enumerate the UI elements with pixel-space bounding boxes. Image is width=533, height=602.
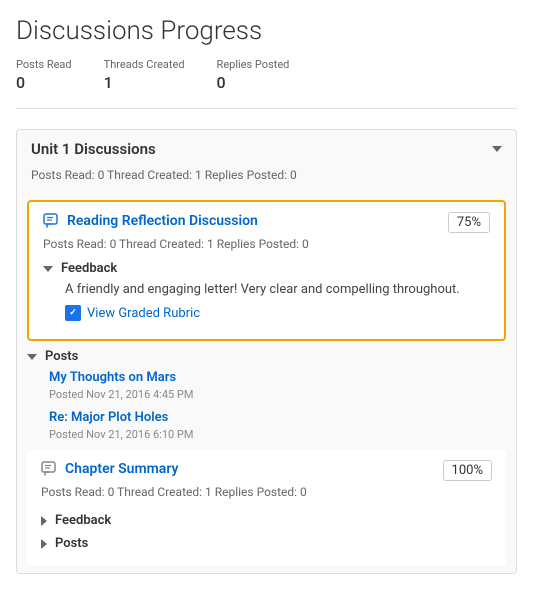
discussion1-score: 75% bbox=[448, 212, 490, 233]
posts-header[interactable]: Posts bbox=[27, 349, 506, 364]
feedback-chevron-icon[interactable] bbox=[43, 266, 53, 272]
discussion1-header: Reading Reflection Discussion 75% bbox=[43, 212, 490, 233]
discussion2-posts-header[interactable]: Posts bbox=[41, 532, 492, 555]
unit-meta: Posts Read: 0 Thread Created: 1 Replies … bbox=[17, 168, 516, 192]
discussion2-feedback-label: Feedback bbox=[55, 513, 111, 528]
posts-list: My Thoughts on Mars Posted Nov 21, 2016 … bbox=[49, 370, 506, 442]
discussion2-title[interactable]: Chapter Summary bbox=[65, 461, 178, 477]
discussion2-icon bbox=[41, 460, 59, 478]
unit-section: Unit 1 Discussions Posts Read: 0 Thread … bbox=[16, 129, 517, 574]
threads-created-value: 1 bbox=[104, 73, 185, 92]
discussion-card-2: Chapter Summary 100% Posts Read: 0 Threa… bbox=[27, 450, 506, 565]
discussion1-icon bbox=[43, 212, 61, 230]
rubric-icon: ✓ bbox=[65, 305, 81, 321]
posts-chevron-icon[interactable] bbox=[27, 354, 37, 360]
post1-link[interactable]: My Thoughts on Mars bbox=[49, 370, 506, 385]
stats-row: Posts Read 0 Threads Created 1 Replies P… bbox=[16, 58, 517, 109]
discussion2-title-row: Chapter Summary bbox=[41, 460, 178, 478]
post1-date: Posted Nov 21, 2016 4:45 PM bbox=[49, 388, 193, 401]
discussion1-title-row: Reading Reflection Discussion bbox=[43, 212, 258, 230]
posts-read-value: 0 bbox=[16, 73, 72, 92]
post2-link[interactable]: Re: Major Plot Holes bbox=[49, 410, 506, 425]
posts-read-label: Posts Read bbox=[16, 58, 72, 71]
discussion2-meta: Posts Read: 0 Thread Created: 1 Replies … bbox=[41, 485, 492, 499]
discussion1-meta: Posts Read: 0 Thread Created: 1 Replies … bbox=[43, 237, 490, 251]
unit-collapse-icon[interactable] bbox=[492, 146, 502, 152]
posts-section: Posts My Thoughts on Mars Posted Nov 21,… bbox=[27, 349, 506, 442]
feedback-text: A friendly and engaging letter! Very cle… bbox=[65, 282, 490, 297]
stat-posts-read: Posts Read 0 bbox=[16, 58, 72, 92]
post2-date: Posted Nov 21, 2016 6:10 PM bbox=[49, 428, 193, 441]
view-rubric-link[interactable]: ✓ View Graded Rubric bbox=[65, 305, 490, 321]
discussion2-feedback-chevron-icon[interactable] bbox=[41, 516, 47, 526]
unit-header[interactable]: Unit 1 Discussions bbox=[17, 130, 516, 168]
stat-threads-created: Threads Created 1 bbox=[104, 58, 185, 92]
posts-label: Posts bbox=[45, 349, 78, 364]
page-title: Discussions Progress bbox=[16, 16, 517, 46]
feedback-header[interactable]: Feedback bbox=[43, 261, 490, 276]
discussion2-feedback-header[interactable]: Feedback bbox=[41, 509, 492, 532]
feedback-section: Feedback A friendly and engaging letter!… bbox=[43, 261, 490, 321]
discussion1-title[interactable]: Reading Reflection Discussion bbox=[67, 213, 258, 229]
threads-created-label: Threads Created bbox=[104, 58, 185, 71]
discussion2-posts-chevron-icon[interactable] bbox=[41, 539, 47, 549]
rubric-link-text: View Graded Rubric bbox=[87, 306, 200, 321]
post-item-2: Re: Major Plot Holes Posted Nov 21, 2016… bbox=[49, 410, 506, 442]
replies-posted-label: Replies Posted bbox=[217, 58, 290, 71]
discussion-card-1: Reading Reflection Discussion 75% Posts … bbox=[27, 200, 506, 341]
unit-title: Unit 1 Discussions bbox=[31, 140, 156, 158]
post-item-1: My Thoughts on Mars Posted Nov 21, 2016 … bbox=[49, 370, 506, 402]
discussion2-header: Chapter Summary 100% bbox=[41, 460, 492, 481]
replies-posted-value: 0 bbox=[217, 73, 290, 92]
discussion2-posts-label: Posts bbox=[55, 536, 88, 551]
discussion2-score: 100% bbox=[443, 460, 492, 481]
feedback-label: Feedback bbox=[61, 261, 117, 276]
stat-replies-posted: Replies Posted 0 bbox=[217, 58, 290, 92]
